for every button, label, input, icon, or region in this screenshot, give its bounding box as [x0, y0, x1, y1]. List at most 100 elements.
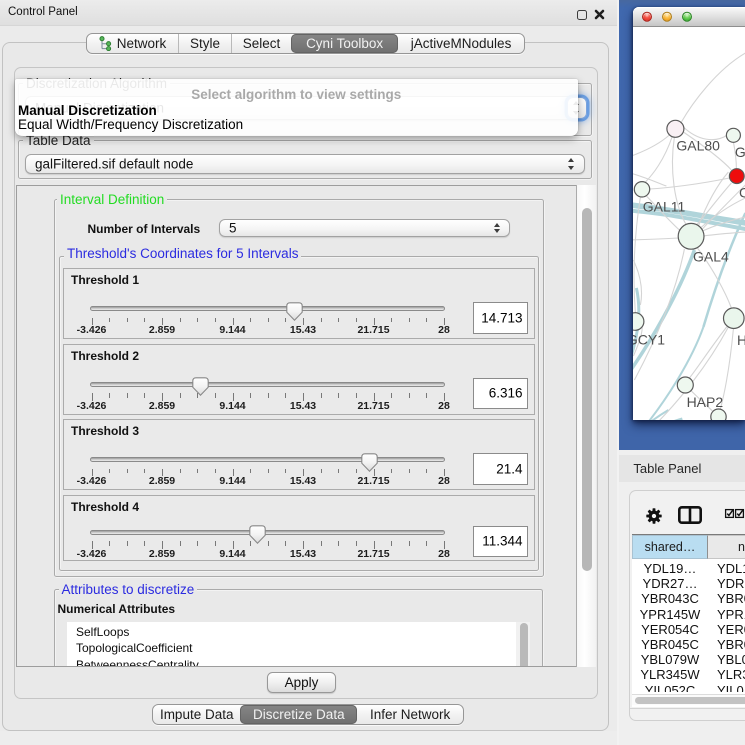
tick-label: 2.859	[130, 548, 194, 560]
tick-mark	[409, 469, 410, 474]
network-node-label: GAL80	[676, 137, 720, 153]
select-all-checkbox-icon[interactable]	[725, 509, 734, 518]
zoom-traffic-light[interactable]	[682, 12, 693, 23]
minimize-traffic-light[interactable]	[662, 12, 673, 23]
threshold-value-field[interactable]: 11.344	[473, 526, 528, 558]
algorithm-dropdown-popup: Select algorithm to view settings Manual…	[15, 79, 578, 136]
network-node[interactable]	[677, 377, 693, 393]
tab[interactable]: Discretize Data	[240, 705, 357, 724]
network-canvas[interactable]: GAL80GACGAL11GAL4GCY1HHAP2	[633, 27, 745, 420]
icon-shape	[193, 378, 208, 395]
apply-button[interactable]: Apply	[267, 672, 336, 693]
icon-shape	[106, 47, 110, 51]
tab[interactable]: Impute Data	[153, 705, 240, 724]
table-row[interactable]: YBL079W YBL0	[632, 652, 745, 667]
threshold-value-field[interactable]: 21.4	[473, 453, 528, 485]
threshold-label: Threshold 1	[71, 273, 139, 287]
tab[interactable]: Cyni Toolbox	[291, 34, 398, 53]
unselect-all-checkbox-icon[interactable]	[735, 509, 744, 518]
slider-track[interactable]	[90, 306, 445, 311]
number-of-intervals-combo[interactable]: 5	[219, 219, 510, 237]
list-item[interactable]: BetweennessCentrality	[67, 657, 516, 666]
column-header-shared-name[interactable]: shared…	[632, 535, 708, 559]
icon-shape	[106, 42, 110, 46]
tick-mark	[144, 318, 145, 323]
table-row[interactable]: YIL052C YIL0	[632, 683, 745, 692]
table-row[interactable]: YBR045C YBR0	[632, 637, 745, 652]
network-node[interactable]	[710, 409, 725, 420]
tick-label: 2.859	[130, 475, 194, 487]
stepper-arrows-icon	[566, 155, 578, 174]
gear-icon[interactable]	[646, 508, 662, 524]
slider-thumb[interactable]	[361, 453, 378, 472]
tick-mark	[426, 318, 427, 323]
network-node[interactable]	[723, 308, 744, 329]
table-row[interactable]: YDR27… YDR2	[632, 576, 745, 591]
network-node[interactable]	[729, 169, 744, 184]
network-node[interactable]	[666, 120, 683, 137]
tick-mark	[250, 469, 251, 474]
slider-track[interactable]	[90, 530, 445, 535]
icon-shape	[249, 526, 264, 543]
settings-scrollbar-thumb[interactable]	[582, 208, 592, 571]
tick-mark	[391, 469, 392, 474]
table-row[interactable]: YLR345W YLR3	[632, 667, 745, 682]
tick-mark	[391, 318, 392, 323]
dropdown-item[interactable]: Equal Width/Frequency Discretization	[18, 118, 575, 132]
table-hscrollbar-thumb[interactable]	[635, 697, 745, 704]
spinner-up-arrow-icon	[568, 158, 574, 162]
slider-thumb[interactable]	[192, 377, 209, 396]
tick-mark	[426, 469, 427, 474]
tick-mark	[268, 469, 269, 474]
slider-track[interactable]	[90, 382, 445, 387]
slider-thumb[interactable]	[286, 302, 303, 321]
table-data-combo[interactable]: galFiltered.sif default node	[25, 154, 585, 175]
network-node[interactable]	[678, 223, 704, 249]
spinner-down-arrow-icon	[568, 166, 574, 170]
tick-mark	[250, 318, 251, 323]
tick-label: 15.43	[271, 400, 335, 412]
table-row[interactable]: YPR145W YPR1	[632, 607, 745, 622]
attributes-list-scrollbar[interactable]	[516, 622, 531, 667]
network-node[interactable]	[634, 182, 649, 197]
close-icon[interactable]	[594, 9, 605, 20]
attributes-scrollbar-thumb[interactable]	[520, 623, 528, 667]
node-table: shared… name YDL19… YDL1 YDR27… YDR2 YBR…	[632, 534, 745, 707]
settings-scrollbar[interactable]	[576, 185, 596, 667]
split-columns-icon[interactable]	[678, 506, 702, 524]
tick-label: 2.859	[130, 324, 194, 336]
table-row[interactable]: YBR043C YBR0	[632, 591, 745, 606]
dropdown-prompt-item[interactable]: Select algorithm to view settings	[18, 88, 575, 102]
threshold-value-field[interactable]: 6.316	[473, 378, 528, 410]
cell-name: YLR3	[717, 667, 745, 682]
float-window-icon[interactable]	[577, 10, 587, 20]
tick-label: 9.144	[201, 400, 265, 412]
slider-track[interactable]	[90, 457, 445, 462]
table-row[interactable]: YER054C YER0	[632, 622, 745, 637]
network-node[interactable]	[726, 128, 740, 142]
tab[interactable]: Infer Network	[357, 705, 463, 724]
tab[interactable]: Network	[87, 34, 178, 53]
list-item[interactable]: SelfLoops	[67, 624, 516, 641]
tab-label: Style	[190, 36, 220, 51]
slider-thumb[interactable]	[249, 525, 266, 544]
dropdown-item[interactable]: Manual Discretization	[18, 104, 575, 118]
icon-shape	[596, 11, 603, 18]
close-traffic-light[interactable]	[642, 12, 653, 23]
tick-mark	[197, 318, 198, 323]
slider-tick-labels: -3.4262.8599.14415.4321.71528	[64, 475, 534, 485]
numerical-attributes-label: Numerical Attributes	[58, 602, 176, 616]
table-horizontal-scrollbar[interactable]	[632, 694, 745, 705]
threshold-value-field[interactable]: 14.713	[473, 302, 528, 334]
tick-mark	[127, 541, 128, 546]
tab[interactable]: jActiveMNodules	[398, 34, 524, 53]
tick-label: 28	[412, 324, 476, 336]
tab[interactable]: Style	[178, 34, 231, 53]
tab[interactable]: Select	[231, 34, 291, 53]
tick-label: 9.144	[201, 475, 265, 487]
column-header-name[interactable]: name	[708, 535, 745, 559]
table-row[interactable]: YDL19… YDL1	[632, 561, 745, 576]
tick-label: 15.43	[271, 324, 335, 336]
tick-mark	[268, 541, 269, 546]
list-item[interactable]: TopologicalCoefficient	[67, 640, 516, 657]
